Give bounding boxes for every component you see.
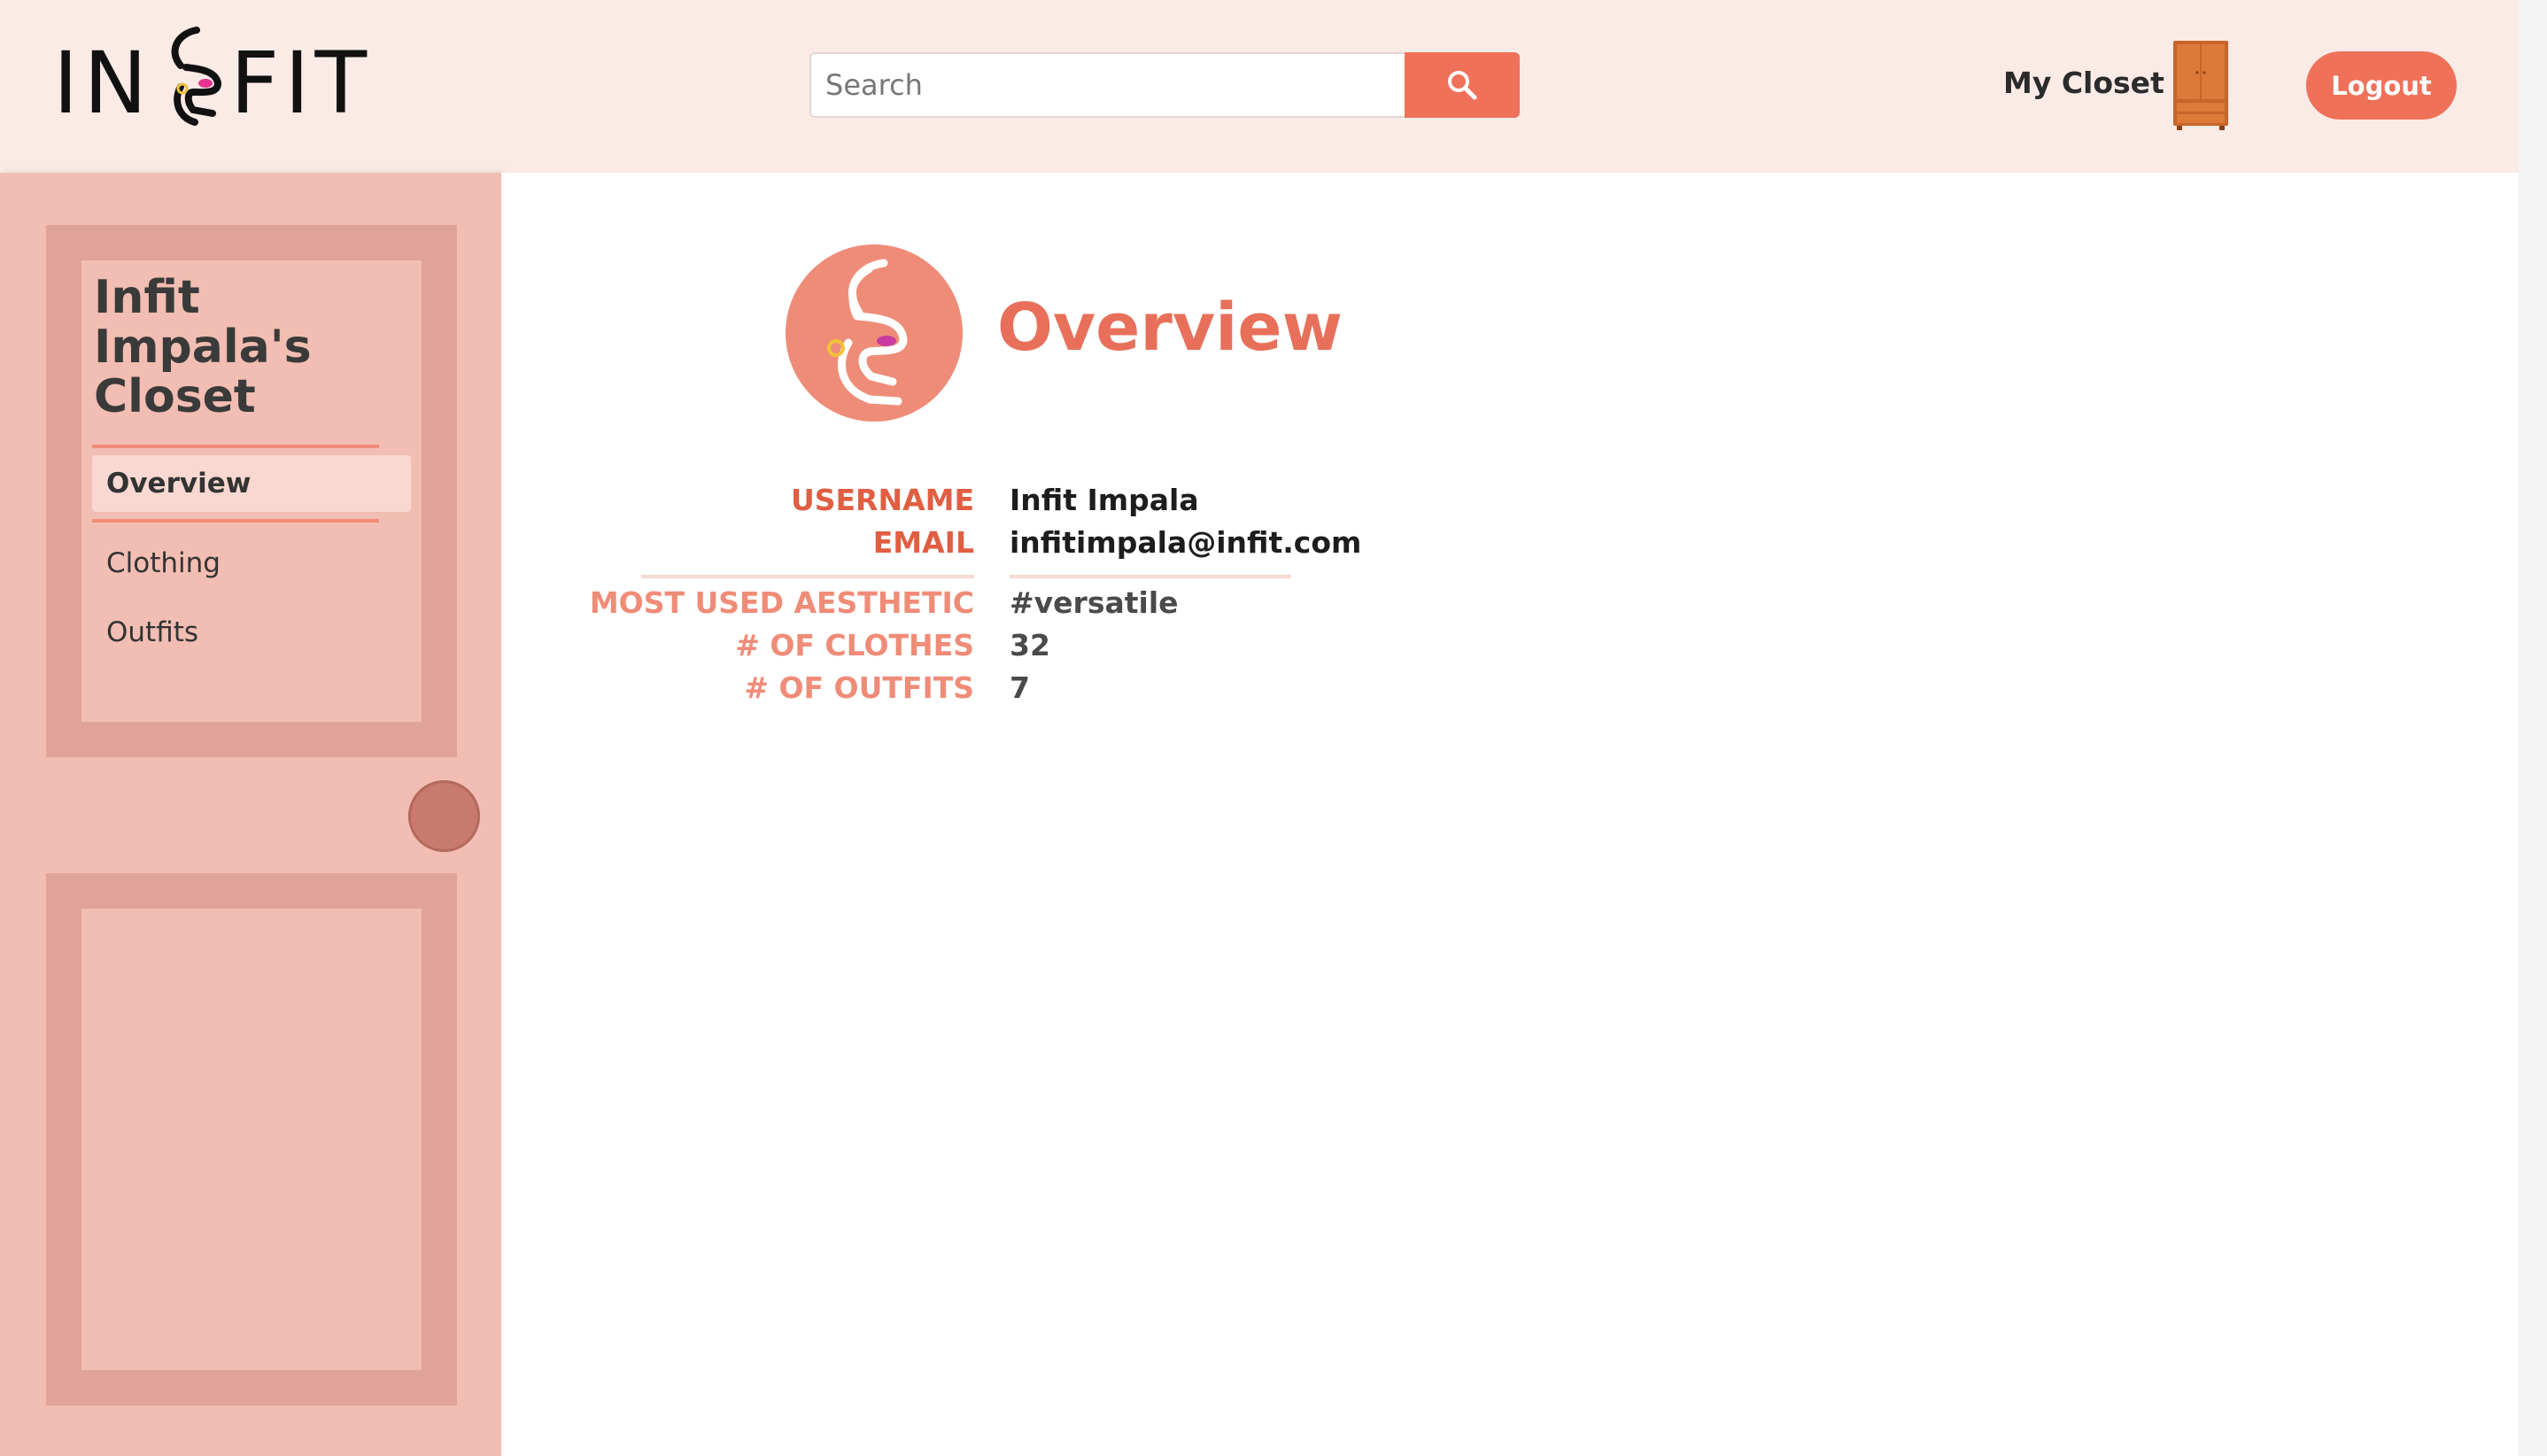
search-input[interactable] xyxy=(809,52,1405,118)
title-divider xyxy=(92,445,379,448)
door-panel-top: Infit Impala's Closet Overview Clothing … xyxy=(46,225,457,757)
logout-button[interactable]: Logout xyxy=(2306,51,2457,120)
search-button[interactable] xyxy=(1405,52,1520,118)
window-scrollbar[interactable] xyxy=(2519,0,2547,1456)
search-bar xyxy=(809,52,1520,118)
info-divider-left xyxy=(641,575,974,578)
page-title: Overview xyxy=(997,290,1343,366)
outfits-count-value: 7 xyxy=(1010,670,1030,705)
clothes-count-label: # OF CLOTHES xyxy=(735,628,974,662)
door-panel-bottom-inner xyxy=(81,909,422,1370)
impala-avatar-icon xyxy=(786,244,963,422)
logo-text-right: FIT xyxy=(230,34,373,133)
email-value: infitimpala@infit.com xyxy=(1010,525,1362,560)
sidebar-item-overview[interactable]: Overview xyxy=(92,455,411,512)
search-icon xyxy=(1448,71,1477,100)
infit-logo[interactable]: IN FIT xyxy=(53,25,372,131)
app-root: IN FIT My Closet xyxy=(0,0,2547,1456)
nav-divider xyxy=(92,519,379,523)
username-label: USERNAME xyxy=(790,483,974,517)
door-knob-icon xyxy=(408,780,480,852)
wardrobe-icon[interactable] xyxy=(2172,39,2230,131)
sidebar-item-clothing[interactable]: Clothing xyxy=(92,535,411,592)
clothes-count-value: 32 xyxy=(1010,628,1050,662)
info-values: Infit Impala infitimpala@infit.com #vers… xyxy=(1010,483,1364,713)
outfits-count-label: # OF OUTFITS xyxy=(744,670,974,705)
sidebar-nav: Infit Impala's Closet Overview Clothing … xyxy=(81,260,422,722)
logo-text-left: IN xyxy=(53,34,153,133)
info-labels: USERNAME EMAIL MOST USED AESTHETIC # OF … xyxy=(590,483,974,713)
top-header: IN FIT My Closet xyxy=(0,0,2519,173)
door-panel-bottom xyxy=(46,873,457,1406)
aesthetic-value: #versatile xyxy=(1010,585,1179,620)
closet-title: Infit Impala's Closet xyxy=(94,271,312,423)
main-content: Overview USERNAME EMAIL MOST USED AESTHE… xyxy=(501,173,2519,1456)
aesthetic-label: MOST USED AESTHETIC xyxy=(589,585,974,620)
email-label: EMAIL xyxy=(872,525,974,560)
closet-sidebar: Infit Impala's Closet Overview Clothing … xyxy=(0,173,501,1456)
my-closet-link[interactable]: My Closet xyxy=(2003,66,2164,100)
username-value: Infit Impala xyxy=(1010,483,1199,517)
sidebar-item-outfits[interactable]: Outfits xyxy=(92,604,411,661)
